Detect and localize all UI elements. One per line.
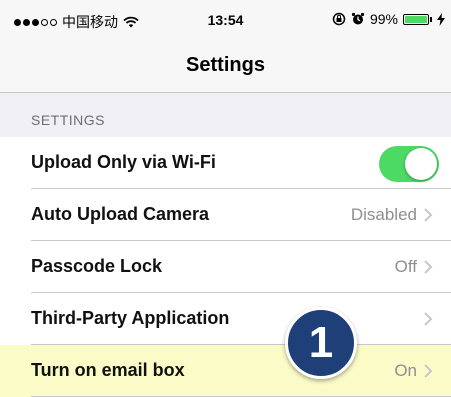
battery-tip xyxy=(430,16,432,22)
setting-value: Disabled xyxy=(350,205,417,224)
battery-percent: 99% xyxy=(369,11,398,27)
setting-label: Third-Party Application xyxy=(31,308,230,328)
chevron-right-icon xyxy=(424,312,433,326)
battery-body xyxy=(403,13,429,25)
page-title: Settings xyxy=(186,54,265,76)
status-bar: 中国移动 13:54 99% xyxy=(0,0,451,40)
setting-row-auto-upload-camera[interactable]: Auto Upload Camera Disabled xyxy=(0,189,451,241)
chevron-right-icon xyxy=(424,260,433,274)
setting-label: Turn on email box xyxy=(31,360,185,380)
setting-row-upload-wifi: Upload Only via Wi-Fi xyxy=(0,137,451,189)
setting-row-passcode-lock[interactable]: Passcode Lock Off xyxy=(0,241,451,293)
status-right: 99% xyxy=(332,11,445,27)
step-number-badge: 1 xyxy=(285,307,357,379)
setting-row-third-party-application[interactable]: Third-Party Application xyxy=(0,293,451,345)
setting-label: Auto Upload Camera xyxy=(31,204,210,224)
setting-label: Passcode Lock xyxy=(31,256,163,276)
alarm-icon xyxy=(351,12,365,25)
setting-value: On xyxy=(394,361,417,380)
battery-fill xyxy=(405,15,427,23)
nav-bar: Settings xyxy=(0,40,451,93)
setting-value: Off xyxy=(394,257,417,276)
chevron-right-icon xyxy=(424,364,433,378)
charging-icon xyxy=(437,12,445,26)
toggle-knob xyxy=(405,148,437,180)
section-header: SETTINGS xyxy=(31,112,106,128)
upload-wifi-toggle[interactable] xyxy=(379,146,439,182)
setting-label: Upload Only via Wi-Fi xyxy=(31,152,216,172)
setting-row-email-box[interactable]: Turn on email box On xyxy=(0,345,451,397)
lock-rotation-icon xyxy=(332,12,346,26)
chevron-right-icon xyxy=(424,208,433,222)
battery-icon xyxy=(403,13,432,25)
